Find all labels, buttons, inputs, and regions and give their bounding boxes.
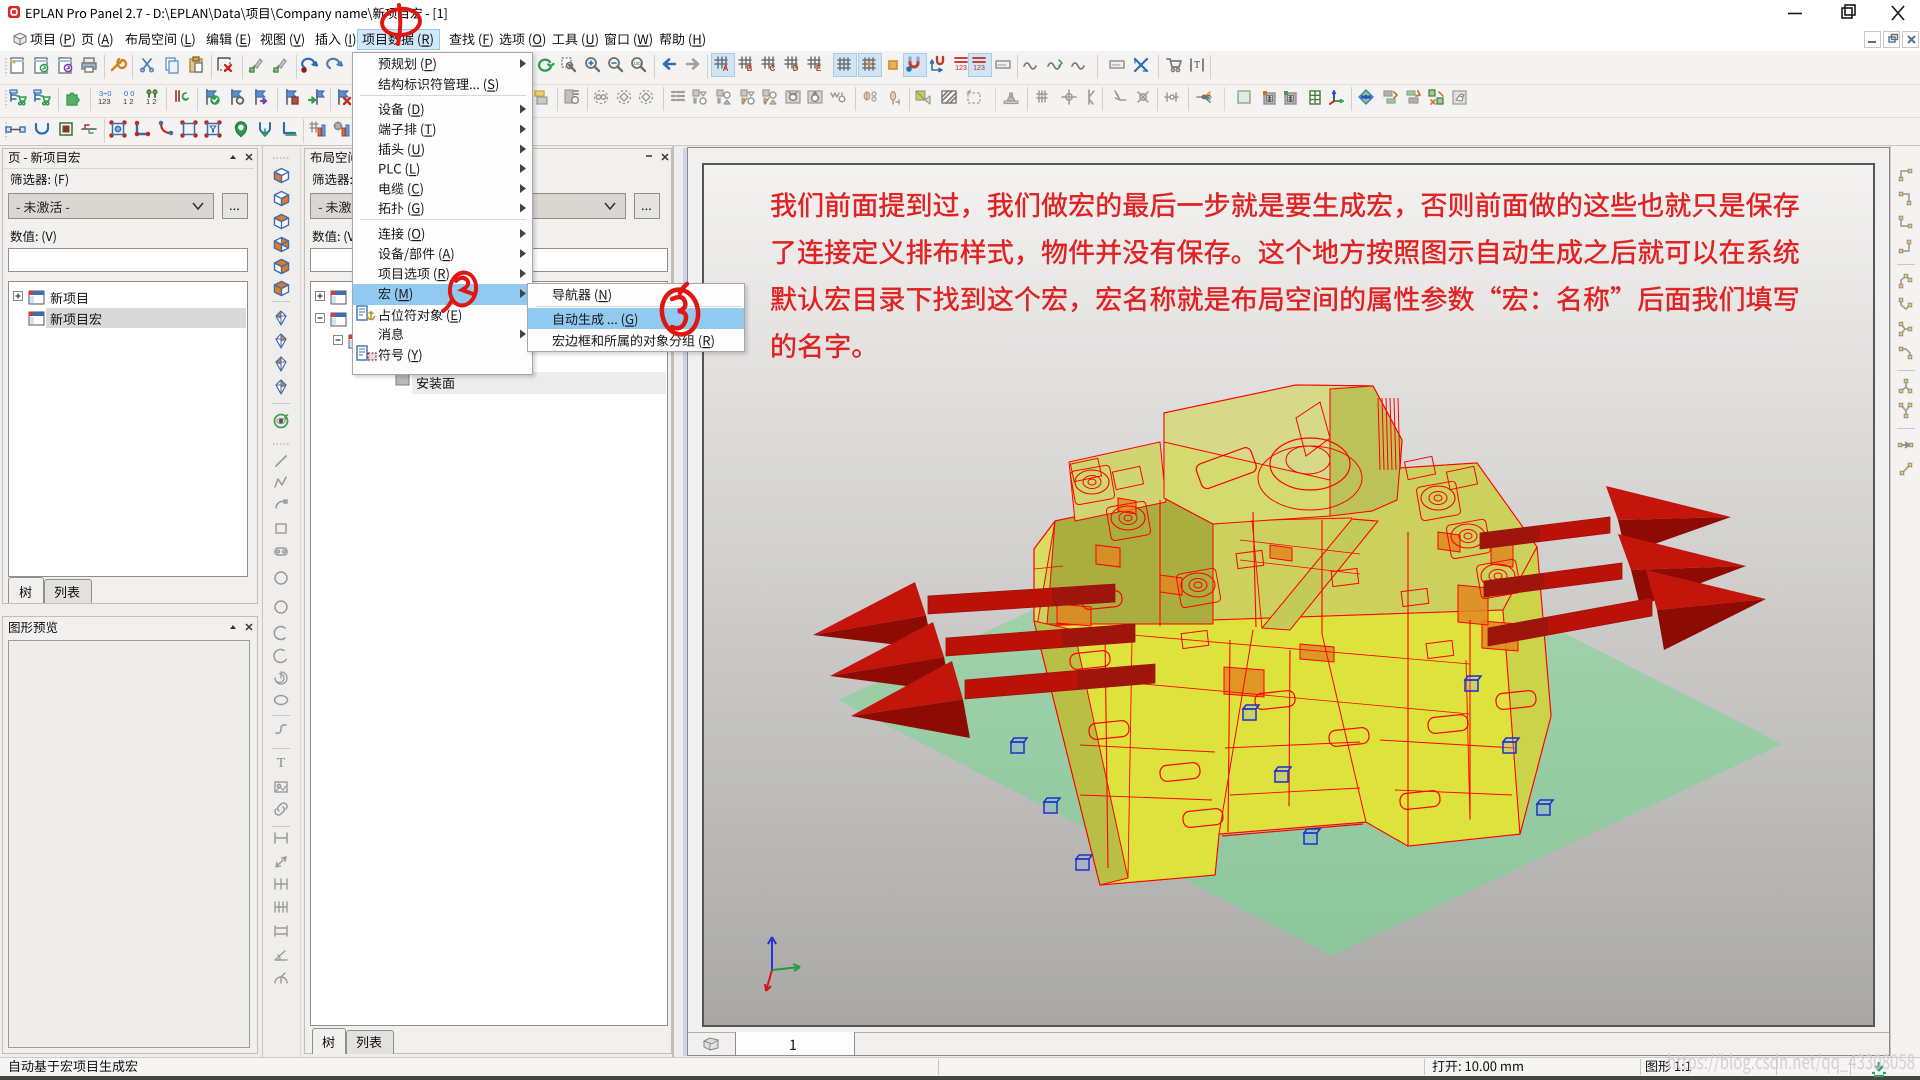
svg-text:T: T xyxy=(1194,60,1200,71)
svg-text:100: 100 xyxy=(633,61,641,66)
svg-text:A: A xyxy=(723,64,729,73)
svg-text:1 2: 1 2 xyxy=(146,97,156,106)
svg-text:123: 123 xyxy=(973,65,985,72)
svg-text:E: E xyxy=(816,64,822,73)
svg-text:D: D xyxy=(793,64,799,73)
svg-text:B: B xyxy=(747,64,753,73)
svg-text:123: 123 xyxy=(98,97,111,106)
svg-text:C: C xyxy=(770,64,776,73)
svg-text:T: T xyxy=(277,756,286,771)
svg-text:123: 123 xyxy=(955,65,967,72)
svg-text:1 2: 1 2 xyxy=(123,97,133,106)
